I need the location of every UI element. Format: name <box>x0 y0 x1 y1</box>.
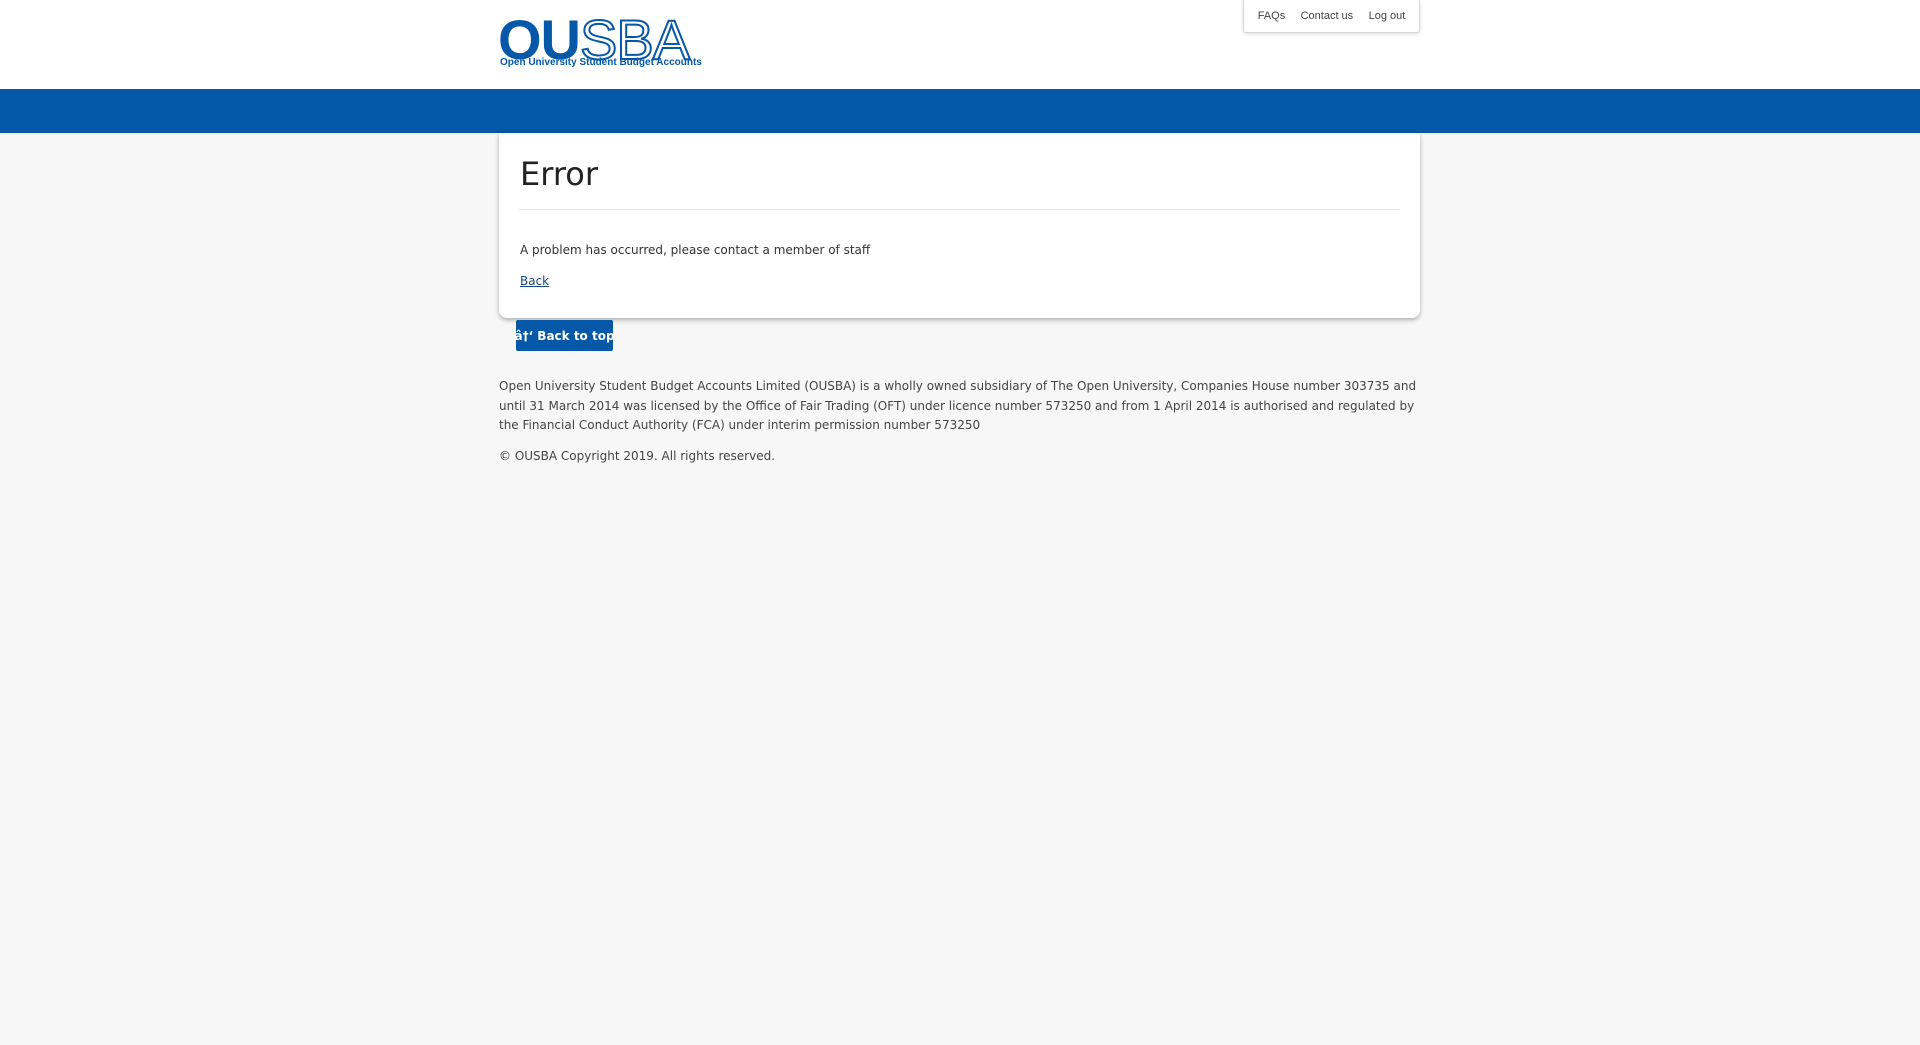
back-link[interactable]: Back <box>520 274 549 288</box>
logo-subtitle: Open University Student Budget Accounts <box>500 57 702 68</box>
log-out-link[interactable]: Log out <box>1369 10 1406 22</box>
site-header: OUSBA Open University Student Budget Acc… <box>0 0 1920 89</box>
page-title: Error <box>520 155 598 193</box>
back-to-top-button[interactable]: â†‘ Back to top <box>514 320 615 351</box>
error-message: A problem has occurred, please contact a… <box>520 243 871 257</box>
faqs-link[interactable]: FAQs <box>1258 10 1286 22</box>
footer-legal-text: Open University Student Budget Accounts … <box>499 379 1417 432</box>
title-divider <box>519 209 1400 210</box>
top-utility-nav: FAQs Contact us Log out <box>1243 0 1420 33</box>
contact-us-link[interactable]: Contact us <box>1301 10 1354 22</box>
footer-copyright: © OUSBA Copyright 2019. All rights reser… <box>499 449 776 463</box>
error-panel: Error A problem has occurred, please con… <box>499 133 1420 318</box>
ousba-logo[interactable]: OUSBA Open University Student Budget Acc… <box>498 11 702 72</box>
main-nav-bar <box>0 89 1920 133</box>
